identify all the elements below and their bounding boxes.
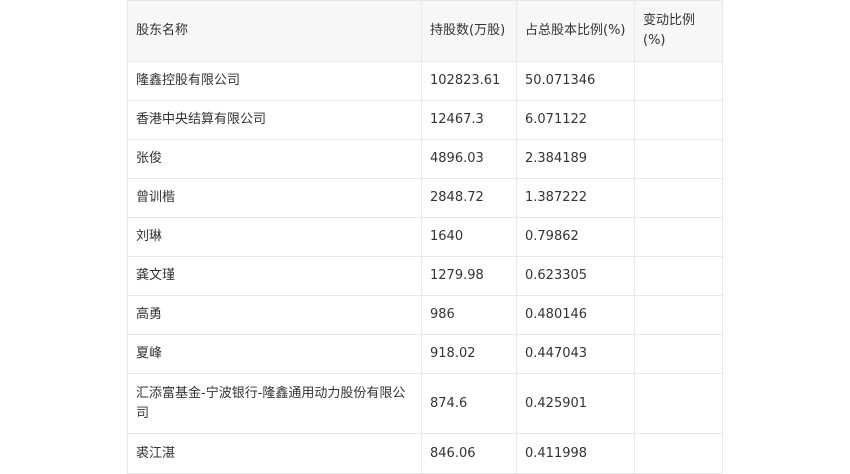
- table-row: 龚文瑾 1279.98 0.623305: [127, 256, 723, 296]
- cell-shareholder-name: 龚文瑾: [127, 256, 422, 296]
- table-row: 香港中央结算有限公司 12467.3 6.071122: [127, 100, 723, 140]
- cell-change-ratio: [634, 139, 723, 179]
- table-row: 汇添富基金-宁波银行-隆鑫通用动力股份有限公司 874.6 0.425901: [127, 373, 723, 434]
- table-row: 张俊 4896.03 2.384189: [127, 139, 723, 179]
- header-change-ratio: 变动比例(%): [634, 0, 723, 62]
- cell-shareholder-name: 高勇: [127, 295, 422, 335]
- cell-share-ratio: 1.387222: [516, 178, 635, 218]
- cell-share-ratio: 0.411998: [516, 433, 635, 474]
- cell-change-ratio: [634, 217, 723, 257]
- cell-share-ratio: 0.480146: [516, 295, 635, 335]
- table-header-row: 股东名称 持股数(万股) 占总股本比例(%) 变动比例(%): [127, 0, 723, 62]
- cell-share-ratio: 50.071346: [516, 61, 635, 101]
- cell-shareholder-name: 曾训楷: [127, 178, 422, 218]
- cell-share-ratio: 0.447043: [516, 334, 635, 374]
- cell-shares-held: 12467.3: [421, 100, 517, 140]
- cell-shareholder-name: 香港中央结算有限公司: [127, 100, 422, 140]
- cell-shareholder-name: 汇添富基金-宁波银行-隆鑫通用动力股份有限公司: [127, 373, 422, 434]
- cell-change-ratio: [634, 334, 723, 374]
- cell-shareholder-name: 张俊: [127, 139, 422, 179]
- table-row: 曾训楷 2848.72 1.387222: [127, 178, 723, 218]
- cell-shares-held: 918.02: [421, 334, 517, 374]
- cell-shares-held: 986: [421, 295, 517, 335]
- cell-shareholder-name: 隆鑫控股有限公司: [127, 61, 422, 101]
- header-shareholder-name: 股东名称: [127, 0, 422, 62]
- cell-change-ratio: [634, 373, 723, 434]
- cell-shares-held: 4896.03: [421, 139, 517, 179]
- cell-change-ratio: [634, 61, 723, 101]
- cell-change-ratio: [634, 295, 723, 335]
- table-row: 隆鑫控股有限公司 102823.61 50.071346: [127, 61, 723, 101]
- table-row: 裘江湛 846.06 0.411998: [127, 433, 723, 474]
- header-shares-held: 持股数(万股): [421, 0, 517, 62]
- cell-share-ratio: 2.384189: [516, 139, 635, 179]
- table-row: 高勇 986 0.480146: [127, 295, 723, 335]
- shareholder-table: 股东名称 持股数(万股) 占总股本比例(%) 变动比例(%) 隆鑫控股有限公司 …: [127, 0, 723, 474]
- cell-share-ratio: 0.623305: [516, 256, 635, 296]
- cell-shareholder-name: 裘江湛: [127, 433, 422, 474]
- cell-shares-held: 1279.98: [421, 256, 517, 296]
- cell-shares-held: 2848.72: [421, 178, 517, 218]
- cell-change-ratio: [634, 178, 723, 218]
- table-row: 夏峰 918.02 0.447043: [127, 334, 723, 374]
- cell-shares-held: 1640: [421, 217, 517, 257]
- cell-change-ratio: [634, 100, 723, 140]
- table-row: 刘琳 1640 0.79862: [127, 217, 723, 257]
- cell-shareholder-name: 夏峰: [127, 334, 422, 374]
- cell-change-ratio: [634, 256, 723, 296]
- cell-share-ratio: 0.79862: [516, 217, 635, 257]
- cell-shares-held: 874.6: [421, 373, 517, 434]
- header-share-ratio: 占总股本比例(%): [516, 0, 635, 62]
- cell-shares-held: 102823.61: [421, 61, 517, 101]
- shareholder-table-container: 股东名称 持股数(万股) 占总股本比例(%) 变动比例(%) 隆鑫控股有限公司 …: [127, 0, 723, 474]
- cell-share-ratio: 0.425901: [516, 373, 635, 434]
- cell-share-ratio: 6.071122: [516, 100, 635, 140]
- cell-shares-held: 846.06: [421, 433, 517, 474]
- cell-shareholder-name: 刘琳: [127, 217, 422, 257]
- cell-change-ratio: [634, 433, 723, 474]
